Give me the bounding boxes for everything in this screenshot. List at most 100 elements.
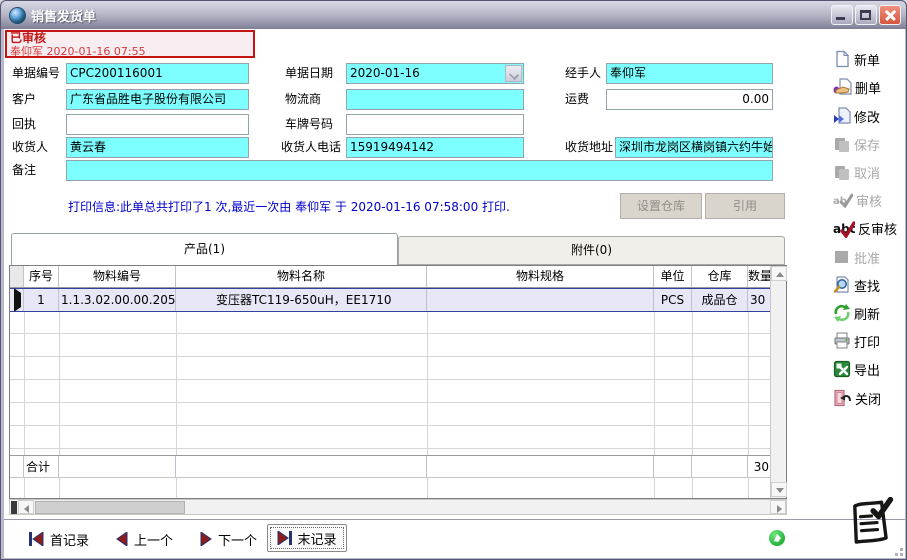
col-seq[interactable]: 序号: [24, 266, 59, 287]
last-record-icon: [277, 531, 292, 545]
audit-byline: 奉仰军 2020-01-16 07:55: [10, 45, 250, 58]
approve-icon: [833, 248, 851, 266]
cell-code: 1.1.3.02.00.00.205S: [59, 289, 176, 311]
plate-no-field[interactable]: [346, 114, 524, 135]
freight-field[interactable]: 0.00: [606, 89, 773, 110]
table-header: 序号 物料编号 物料名称 物料规格 单位 仓库 数量: [10, 266, 772, 288]
col-warehouse[interactable]: 仓库: [692, 266, 748, 287]
col-name[interactable]: 物料名称: [176, 266, 427, 287]
new-doc-icon: [833, 50, 851, 68]
scroll-right-button[interactable]: [770, 500, 786, 514]
handler-field[interactable]: 奉仰军: [606, 63, 773, 84]
refresh-icon: [833, 304, 851, 322]
receipt-field[interactable]: [66, 114, 249, 135]
sidebar-item-close[interactable]: 关闭: [833, 387, 881, 409]
address-field[interactable]: 深圳市龙岗区横岗镇六约牛始: [615, 137, 773, 158]
doc-no-label: 单据编号: [12, 63, 60, 84]
audit-stamp: 已审核 奉仰军 2020-01-16 07:55: [5, 30, 255, 58]
title-bar[interactable]: 销售发货单: [1, 1, 906, 29]
customer-label: 客户: [12, 89, 36, 110]
tab-products[interactable]: 产品(1): [11, 233, 398, 265]
cell-spec: [427, 289, 654, 311]
col-qty[interactable]: 数量: [748, 266, 772, 287]
delete-doc-icon: [833, 78, 852, 96]
sidebar-item-refresh[interactable]: 刷新: [833, 302, 880, 324]
sidebar-item-find[interactable]: 查找: [833, 274, 880, 296]
scroll-up-button[interactable]: [771, 266, 787, 281]
total-label: 合计: [24, 456, 59, 477]
window-title: 销售发货单: [31, 6, 96, 25]
horizontal-scroll-thumb[interactable]: [35, 501, 185, 514]
chevron-down-icon[interactable]: [505, 65, 522, 82]
set-warehouse-button: 设置仓库: [620, 193, 702, 219]
sidebar-item-cancel: 取消: [833, 161, 880, 183]
col-spec[interactable]: 物料规格: [427, 266, 654, 287]
sidebar-item-export[interactable]: 导出: [833, 358, 880, 380]
exit-icon: [833, 389, 852, 407]
col-code[interactable]: 物料编号: [59, 266, 176, 287]
splitter-handle[interactable]: [11, 501, 17, 514]
app-window: 销售发货单 已审核 奉仰军 2020-01-16 07:55 单据编号 CPC2…: [0, 0, 907, 560]
sidebar-item-modify[interactable]: 修改: [833, 105, 880, 127]
sidebar-item-new[interactable]: 新单: [833, 48, 880, 70]
audit-icon: ab: [833, 191, 853, 209]
print-info: 打印信息:此单总共打印了1 次,最近一次由 奉仰军 于 2020-01-16 0…: [68, 198, 510, 215]
nav-previous[interactable]: 上一个: [116, 527, 173, 551]
consignee-phone-field[interactable]: 15919494142: [346, 137, 524, 158]
sidebar-item-print[interactable]: 打印: [833, 330, 880, 352]
horizontal-scrollbar[interactable]: [9, 499, 787, 515]
nav-last-record[interactable]: 末记录: [267, 524, 347, 552]
app-logo-document-check: [846, 497, 896, 549]
sidebar-item-unaudit[interactable]: abc 反审核: [833, 217, 897, 239]
close-button[interactable]: [879, 5, 901, 25]
globe-app-icon: [9, 7, 26, 24]
export-icon: [833, 360, 851, 378]
table-row[interactable]: 1 1.1.3.02.00.00.205S 变压器TC119-650uH，EE1…: [10, 288, 772, 312]
logistics-field[interactable]: [346, 89, 524, 110]
first-record-icon: [29, 532, 44, 546]
maximize-button[interactable]: [855, 5, 877, 25]
tab-attachments[interactable]: 附件(0): [398, 236, 785, 265]
remarks-field[interactable]: [66, 160, 773, 181]
doc-date-field[interactable]: 2020-01-16: [346, 63, 524, 84]
cell-unit: PCS: [654, 289, 692, 311]
scroll-down-button[interactable]: [771, 482, 787, 497]
resize-grip[interactable]: [891, 544, 903, 556]
freight-label: 运费: [565, 89, 589, 110]
total-row: 合计 30: [10, 456, 772, 478]
vertical-scrollbar[interactable]: [770, 266, 786, 498]
consignee-field[interactable]: 黄云春: [66, 137, 249, 158]
arrow-right-icon: [777, 505, 782, 513]
handler-label: 经手人: [565, 63, 601, 84]
cell-seq: 1: [24, 289, 59, 311]
header-indicator-cell: [10, 266, 24, 287]
nav-next[interactable]: 下一个: [200, 527, 257, 551]
logistics-label: 物流商: [285, 89, 321, 110]
cancel-icon: [833, 163, 851, 181]
scroll-left-button[interactable]: [18, 500, 34, 514]
next-icon: [200, 532, 212, 546]
consignee-phone-label: 收货人电话: [281, 137, 341, 158]
sidebar-item-approve: 批准: [833, 246, 880, 268]
unaudit-icon: abc: [833, 219, 855, 238]
cell-qty: 30: [748, 289, 772, 311]
minimize-button[interactable]: [831, 5, 853, 25]
arrow-down-icon: [776, 488, 784, 493]
col-unit[interactable]: 单位: [654, 266, 692, 287]
previous-icon: [116, 532, 128, 546]
consignee-label: 收货人: [12, 137, 48, 158]
cell-warehouse: 成品仓: [692, 289, 748, 311]
items-table: 序号 物料编号 物料名称 物料规格 单位 仓库 数量 1 1.1.3: [9, 265, 787, 499]
status-online-icon: [769, 530, 785, 546]
customer-field[interactable]: 广东省品胜电子股份有限公司: [66, 89, 249, 110]
row-indicator-cell: [10, 289, 24, 311]
doc-date-label: 单据日期: [285, 63, 333, 84]
receipt-label: 回执: [12, 114, 36, 135]
doc-no-field[interactable]: CPC200116001: [66, 63, 249, 84]
nav-first-record[interactable]: 首记录: [29, 527, 89, 551]
arrow-left-icon: [24, 505, 29, 513]
sidebar-item-delete[interactable]: 删单: [833, 76, 881, 98]
client-area: 已审核 奉仰军 2020-01-16 07:55 单据编号 CPC2001160…: [4, 29, 905, 558]
table-body[interactable]: 1 1.1.3.02.00.00.205S 变压器TC119-650uH，EE1…: [10, 288, 772, 455]
edit-doc-icon: [833, 107, 851, 125]
